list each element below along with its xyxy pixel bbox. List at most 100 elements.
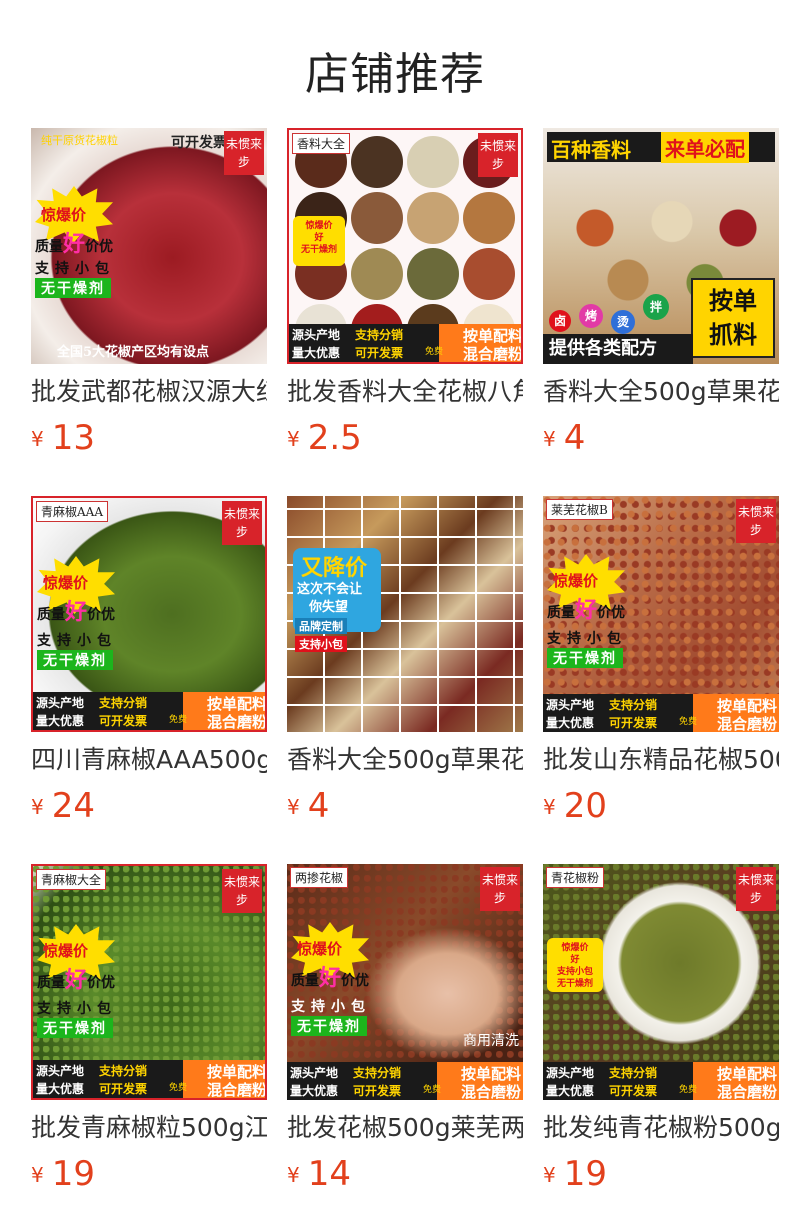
product-name[interactable]: 批发香料大全花椒八角 bbox=[287, 376, 523, 408]
brand-stamp: 未惯来步 bbox=[222, 869, 262, 913]
burst-label: 惊爆价 bbox=[41, 206, 87, 224]
brand-stamp: 未惯来步 bbox=[736, 867, 776, 911]
currency-symbol: ¥ bbox=[31, 427, 44, 451]
bottom-banner: 源头产地 支持分销 量大优惠 可开发票 免费 按单配料 混合磨粉 bbox=[287, 1062, 523, 1100]
quality-label: 质量好价优 bbox=[35, 232, 114, 257]
quality-label: 质量好价优 bbox=[291, 966, 370, 991]
currency-symbol: ¥ bbox=[543, 427, 556, 451]
price-value: 4 bbox=[307, 786, 330, 826]
product-name[interactable]: 批发武都花椒汉源大红袍 bbox=[31, 376, 267, 408]
bottom-banner: 源头产地 支持分销 量大优惠 可开发票 免费 按单配料 混合磨粉 bbox=[289, 324, 521, 362]
page-title: 店铺推荐 bbox=[305, 49, 485, 100]
product-name[interactable]: 批发山东精品花椒500g bbox=[543, 744, 779, 776]
price-value: 24 bbox=[51, 786, 95, 826]
product-tag: 莱芜花椒B bbox=[546, 499, 613, 520]
brand-stamp: 未惯来步 bbox=[222, 501, 262, 545]
price-value: 19 bbox=[563, 1154, 607, 1194]
currency-symbol: ¥ bbox=[31, 1163, 44, 1187]
bottom-banner: 源头产地 支持分销 量大优惠 可开发票 免费 按单配料 混合磨粉 bbox=[543, 694, 779, 732]
product-image[interactable]: 香料大全 未惯来步 惊爆价好无干燥剂 源头产地 支持分销 量大优惠 可开发票 免费 … bbox=[287, 128, 523, 364]
product-card[interactable]: 百种香料 来单必配 卤 烤 烫 拌 按单 抓料 提供各类配方 香料大全500g草果… bbox=[543, 128, 779, 458]
no-dry-agent-label: 无干燥剂 bbox=[291, 1016, 367, 1036]
no-dry-agent-label: 无干燥剂 bbox=[37, 650, 113, 670]
quality-label: 质量好价优 bbox=[37, 968, 116, 993]
small-pack-label: 支持小包 bbox=[547, 631, 627, 647]
product-card[interactable]: 香料大全 未惯来步 惊爆价好无干燥剂 源头产地 支持分销 量大优惠 可开发票 免费 … bbox=[287, 128, 523, 458]
product-price: ¥20 bbox=[543, 786, 607, 826]
currency-symbol: ¥ bbox=[31, 795, 44, 819]
currency-symbol: ¥ bbox=[287, 427, 300, 451]
small-pack-label: 支持小包 bbox=[291, 999, 371, 1015]
bubble-icon: 卤 bbox=[549, 310, 571, 332]
product-image[interactable]: 又降价 这次不会让 你失望 品牌定制 支持小包 bbox=[287, 496, 523, 732]
product-price: ¥19 bbox=[543, 1154, 607, 1194]
footer-text: 提供各类配方 bbox=[549, 338, 657, 359]
brand-stamp: 未惯来步 bbox=[224, 131, 264, 175]
burst-label: 惊爆价 bbox=[297, 940, 343, 958]
wash-note: 商用清洗 bbox=[463, 1033, 519, 1049]
product-name[interactable]: 香料大全500g草果花椒 bbox=[543, 376, 779, 408]
currency-symbol: ¥ bbox=[287, 1163, 300, 1187]
product-price: ¥4 bbox=[287, 786, 329, 826]
product-name[interactable]: 四川青麻椒AAA500g bbox=[31, 744, 267, 776]
product-price: ¥19 bbox=[31, 1154, 95, 1194]
banner-left: 百种香料 bbox=[551, 138, 631, 162]
currency-symbol: ¥ bbox=[287, 795, 300, 819]
top-caption-right: 可开发票 bbox=[171, 135, 227, 151]
product-image[interactable]: 莱芜花椒B 未惯来步 惊爆价 质量好价优 支持小包 无干燥剂 源头产地 支持分销 … bbox=[543, 496, 779, 732]
product-card[interactable]: 青麻椒大全 未惯来步 惊爆价 质量好价优 支持小包 无干燥剂 源头产地 支持分销 … bbox=[31, 864, 267, 1194]
product-tag: 两掺花椒 bbox=[290, 867, 349, 888]
product-card[interactable]: 青麻椒AAA 未惯来步 惊爆价 质量好价优 支持小包 无干燥剂 源头产地 支持分销… bbox=[31, 496, 267, 826]
small-pack-label: 支持小包 bbox=[35, 261, 115, 277]
burst-label: 惊爆价 bbox=[43, 942, 89, 960]
quality-label: 质量好价优 bbox=[547, 598, 626, 623]
product-image[interactable]: 纯干原货花椒粒 可开发票 未惯来步 惊爆价 质量好价优 支持小包 无干燥剂 全国… bbox=[31, 128, 267, 364]
product-card[interactable]: 莱芜花椒B 未惯来步 惊爆价 质量好价优 支持小包 无干燥剂 源头产地 支持分销 … bbox=[543, 496, 779, 826]
burst-label: 惊爆价 bbox=[43, 574, 89, 592]
price-value: 14 bbox=[307, 1154, 351, 1194]
bottom-caption: 全国5大花椒产区均有设点 bbox=[57, 345, 210, 360]
mini-promo-badge: 惊爆价好无干燥剂 bbox=[293, 216, 345, 266]
product-card[interactable]: 又降价 这次不会让 你失望 品牌定制 支持小包 香料大全500g草果花椒 ¥4 bbox=[287, 496, 523, 826]
product-name[interactable]: 批发纯青花椒粉500g bbox=[543, 1112, 779, 1144]
product-image[interactable]: 两掺花椒 未惯来步 惊爆价 质量好价优 支持小包 无干燥剂 商用清洗 源头产地支… bbox=[287, 864, 523, 1100]
product-name[interactable]: 批发青麻椒粒500g江津 bbox=[31, 1112, 267, 1144]
bubble-icon: 烫 bbox=[611, 310, 635, 334]
product-price: ¥4 bbox=[543, 418, 585, 458]
burst-label: 惊爆价 bbox=[553, 572, 599, 590]
price-value: 2.5 bbox=[307, 418, 362, 458]
product-name[interactable]: 批发花椒500g莱芜两掺 bbox=[287, 1112, 523, 1144]
product-image[interactable]: 青麻椒AAA 未惯来步 惊爆价 质量好价优 支持小包 无干燥剂 源头产地 支持分销… bbox=[31, 496, 267, 732]
product-price: ¥14 bbox=[287, 1154, 351, 1194]
product-image[interactable]: 百种香料 来单必配 卤 烤 烫 拌 按单 抓料 提供各类配方 bbox=[543, 128, 779, 364]
product-image[interactable]: 青花椒粉 未惯来步 惊爆价好支持小包 无干燥剂 源头产地 支持分销 量大优惠 可开发票… bbox=[543, 864, 779, 1100]
promo-line: 品牌定制 bbox=[295, 618, 347, 634]
product-tag: 香料大全 bbox=[292, 133, 351, 154]
product-image[interactable]: 青麻椒大全 未惯来步 惊爆价 质量好价优 支持小包 无干燥剂 源头产地 支持分销 … bbox=[31, 864, 267, 1100]
product-tag: 青花椒粉 bbox=[546, 867, 605, 888]
currency-symbol: ¥ bbox=[543, 795, 556, 819]
product-price: ¥24 bbox=[31, 786, 95, 826]
product-tag: 青麻椒AAA bbox=[36, 501, 108, 522]
promo-line: 支持小包 bbox=[295, 636, 347, 652]
product-card[interactable]: 青花椒粉 未惯来步 惊爆价好支持小包 无干燥剂 源头产地 支持分销 量大优惠 可开发票… bbox=[543, 864, 779, 1194]
top-caption-left: 纯干原货花椒粒 bbox=[41, 134, 118, 147]
no-dry-agent-label: 无干燥剂 bbox=[35, 278, 111, 298]
product-card[interactable]: 纯干原货花椒粒 可开发票 未惯来步 惊爆价 质量好价优 支持小包 无干燥剂 全国… bbox=[31, 128, 267, 458]
product-price: ¥13 bbox=[31, 418, 95, 458]
currency-symbol: ¥ bbox=[543, 1163, 556, 1187]
price-value: 13 bbox=[51, 418, 95, 458]
small-pack-label: 支持小包 bbox=[37, 1001, 117, 1017]
product-name[interactable]: 香料大全500g草果花椒 bbox=[287, 744, 523, 776]
price-value: 4 bbox=[563, 418, 586, 458]
no-dry-agent-label: 无干燥剂 bbox=[547, 648, 623, 668]
price-value: 19 bbox=[51, 1154, 95, 1194]
mini-promo-badge: 惊爆价好支持小包 无干燥剂 bbox=[547, 938, 603, 992]
bottom-banner: 源头产地 支持分销 量大优惠 可开发票 免费 按单配料 混合磨粉 bbox=[543, 1062, 779, 1100]
banner-right: 来单必配 bbox=[661, 132, 749, 163]
product-card[interactable]: 两掺花椒 未惯来步 惊爆价 质量好价优 支持小包 无干燥剂 商用清洗 源头产地支… bbox=[287, 864, 523, 1194]
brand-stamp: 未惯来步 bbox=[480, 867, 520, 911]
bottom-banner: 源头产地 支持分销 量大优惠 可开发票 免费 按单配料 混合磨粉 bbox=[33, 1060, 265, 1098]
product-tag: 青麻椒大全 bbox=[36, 869, 107, 890]
promo-line: 这次不会让 bbox=[297, 582, 363, 597]
